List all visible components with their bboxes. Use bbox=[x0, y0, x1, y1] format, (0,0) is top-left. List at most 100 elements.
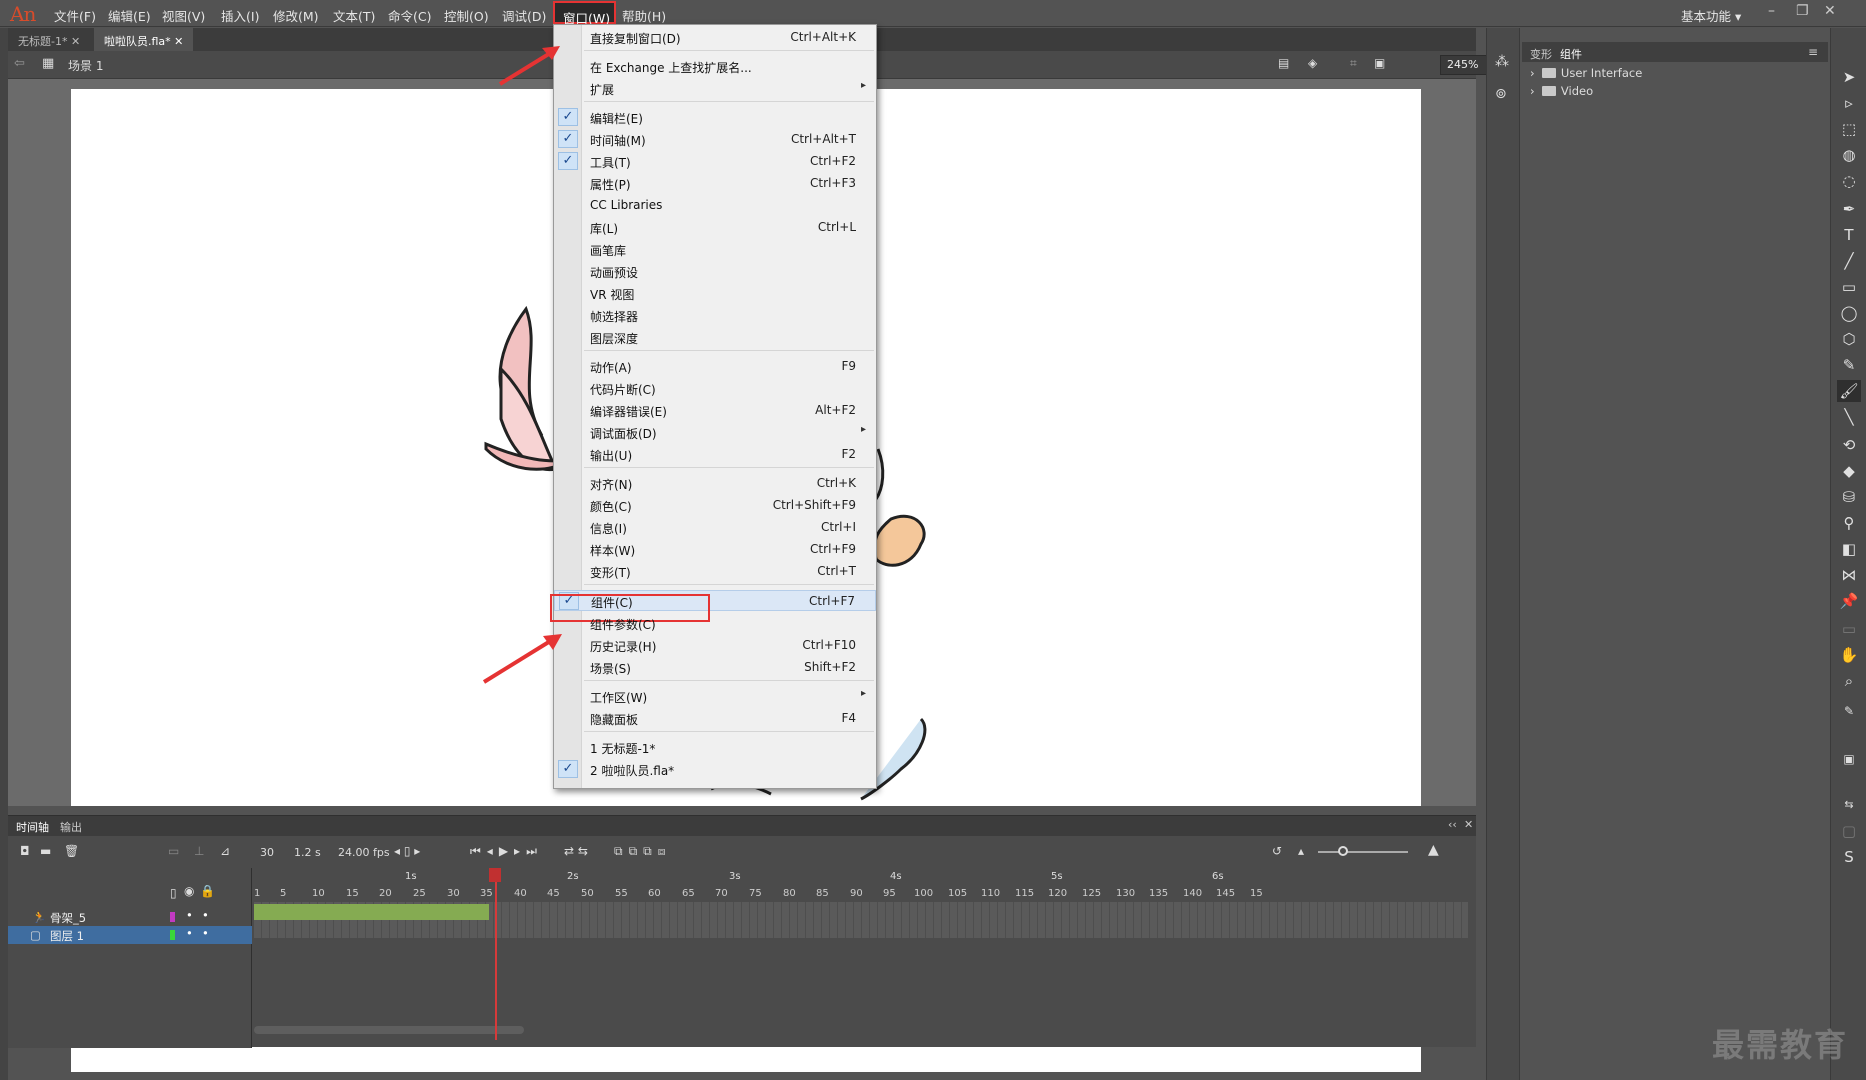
playback-loop-icon[interactable]: ◂ ▯ ▸ bbox=[394, 844, 420, 858]
armature-pose-span[interactable] bbox=[254, 904, 489, 920]
menu-item-extensions[interactable]: 扩展 ▸ bbox=[554, 78, 876, 99]
selection-icon[interactable]: ➤ bbox=[1837, 66, 1861, 88]
menu-item-actions[interactable]: 动作(A) F9 bbox=[554, 356, 876, 377]
swap-colors-icon[interactable]: ⇆ bbox=[1837, 794, 1861, 816]
menu-item-swatches[interactable]: 样本(W) Ctrl+F9 bbox=[554, 539, 876, 560]
menu-file[interactable]: 文件(F) bbox=[54, 6, 96, 25]
eraser-icon[interactable]: ◧ bbox=[1837, 538, 1861, 560]
layer-color-swatch[interactable] bbox=[170, 912, 175, 922]
loop-icon[interactable]: ↺ bbox=[1272, 844, 1282, 858]
menu-item-doc-untitled[interactable]: 1 无标题-1* bbox=[554, 737, 876, 758]
playhead-handle[interactable] bbox=[489, 868, 501, 882]
menu-item-transform[interactable]: 变形(T) Ctrl+T bbox=[554, 561, 876, 582]
menu-item-vr-view[interactable]: VR 视图 bbox=[554, 283, 876, 304]
workspace-switcher[interactable]: 基本功能 ▾ bbox=[1681, 6, 1741, 25]
menu-insert[interactable]: 插入(I) bbox=[221, 6, 259, 25]
menu-item-code-snippets[interactable]: 代码片断(C) bbox=[554, 378, 876, 399]
lasso-icon[interactable]: ◌ bbox=[1837, 170, 1861, 192]
menu-item-layer-depth[interactable]: 图层深度 bbox=[554, 327, 876, 348]
menu-item-exchange[interactable]: 在 Exchange 上查找扩展名... bbox=[554, 56, 876, 77]
close-icon[interactable]: ✕ bbox=[71, 35, 80, 48]
close-icon[interactable]: ✕ bbox=[1464, 818, 1473, 831]
eye-icon[interactable]: ◉ bbox=[184, 884, 194, 898]
menu-view[interactable]: 视图(V) bbox=[162, 6, 205, 25]
menu-item-scene[interactable]: 场景(S) Shift+F2 bbox=[554, 657, 876, 678]
paint-bucket-icon[interactable]: ◆ bbox=[1837, 460, 1861, 482]
motion-presets-icon[interactable]: ⁂ bbox=[1495, 54, 1509, 70]
parent-icon[interactable]: ⊥ bbox=[194, 844, 204, 858]
collapse-icon[interactable]: ‹‹ bbox=[1448, 818, 1457, 831]
timeline-scrollbar[interactable] bbox=[254, 1026, 524, 1034]
pin-icon[interactable]: 📌 bbox=[1837, 590, 1861, 612]
menu-item-brush-library[interactable]: 画笔库 bbox=[554, 239, 876, 260]
frame-rate[interactable]: 24.00 fps bbox=[338, 846, 390, 859]
menu-control[interactable]: 控制(O) bbox=[444, 6, 489, 25]
menu-item-timeline[interactable]: ✓ 时间轴(M) Ctrl+Alt+T bbox=[554, 129, 876, 150]
current-frame[interactable]: 30 bbox=[260, 846, 274, 859]
transport-controls-icon[interactable]: ⏮◂▶▸⏭ bbox=[470, 844, 543, 859]
text-icon[interactable]: T bbox=[1837, 224, 1861, 246]
menu-item-color[interactable]: 颜色(C) Ctrl+Shift+F9 bbox=[554, 495, 876, 516]
tab-cheerleader[interactable]: 啦啦队员.fla* ✕ bbox=[94, 28, 194, 51]
layer-armature[interactable]: 🏃 骨架_5 • • bbox=[8, 908, 252, 926]
menu-item-output[interactable]: 输出(U) F2 bbox=[554, 444, 876, 465]
graph-icon[interactable]: ⊿ bbox=[220, 844, 230, 858]
free-transform-icon[interactable]: ⬚ bbox=[1837, 118, 1861, 140]
menu-item-library[interactable]: 库(L) Ctrl+L bbox=[554, 217, 876, 238]
menu-debug[interactable]: 调试(D) bbox=[502, 6, 546, 25]
menu-item-doc-cheerleader[interactable]: ✓ 2 啦啦队员.fla* bbox=[554, 759, 876, 780]
menu-item-motion-presets[interactable]: 动画预设 bbox=[554, 261, 876, 282]
elapsed-time[interactable]: 1.2 s bbox=[294, 846, 321, 859]
lock-dot[interactable]: • bbox=[202, 926, 209, 940]
visibility-dot[interactable]: • bbox=[186, 926, 193, 940]
menu-help[interactable]: 帮助(H) bbox=[622, 6, 666, 25]
zoom-icon[interactable]: ⌕ bbox=[1837, 670, 1861, 692]
rectangle-icon[interactable]: ▭ bbox=[1837, 276, 1861, 298]
menu-edit[interactable]: 编辑(E) bbox=[108, 6, 151, 25]
menu-commands[interactable]: 命令(C) bbox=[388, 6, 431, 25]
menu-item-component-parameters[interactable]: 组件参数(C) bbox=[554, 613, 876, 634]
line-icon[interactable]: ╱ bbox=[1837, 250, 1861, 272]
camera-tool-icon[interactable]: ▭ bbox=[1837, 618, 1861, 640]
new-layer-icon[interactable]: ◘ bbox=[20, 844, 30, 858]
panel-menu-icon[interactable]: ≡ bbox=[1808, 45, 1818, 59]
restore-icon[interactable]: ❐ bbox=[1796, 3, 1809, 19]
menu-item-compiler-errors[interactable]: 编译器错误(E) Alt+F2 bbox=[554, 400, 876, 421]
trash-icon[interactable]: 🗑 bbox=[64, 844, 79, 858]
brush-icon[interactable]: ╲ bbox=[1837, 406, 1861, 428]
bone-icon[interactable]: ⟲ bbox=[1837, 434, 1861, 456]
onion-skin-icon[interactable]: ⧉⧉⧉⧈ bbox=[614, 844, 671, 859]
zoom-out-icon[interactable]: ▴ bbox=[1298, 844, 1304, 858]
menu-modify[interactable]: 修改(M) bbox=[273, 6, 319, 25]
cc-libraries-icon[interactable]: ⊚ bbox=[1495, 86, 1507, 102]
menu-item-debug-panels[interactable]: 调试面板(D) ▸ bbox=[554, 422, 876, 443]
menu-item-history[interactable]: 历史记录(H) Ctrl+F10 bbox=[554, 635, 876, 656]
menu-item-hide-panels[interactable]: 隐藏面板 F4 bbox=[554, 708, 876, 729]
back-arrow-icon[interactable]: ⇦ bbox=[14, 56, 25, 71]
eyedropper-icon[interactable]: ⚲ bbox=[1837, 512, 1861, 534]
tab-untitled[interactable]: 无标题-1* ✕ bbox=[8, 28, 90, 51]
oval-icon[interactable]: ◯ bbox=[1837, 302, 1861, 324]
menu-item-properties[interactable]: 属性(P) Ctrl+F3 bbox=[554, 173, 876, 194]
center-frame-icon[interactable]: ⇄ ⇆ bbox=[564, 844, 588, 858]
folder-video[interactable]: › Video bbox=[1530, 84, 1593, 98]
menu-window[interactable]: 窗口(W) bbox=[553, 1, 616, 26]
menu-item-tools[interactable]: ✓ 工具(T) Ctrl+F2 bbox=[554, 151, 876, 172]
camera-icon[interactable]: ▭ bbox=[168, 844, 179, 858]
pencil-icon[interactable]: ✎ bbox=[1837, 354, 1861, 376]
folder-user-interface[interactable]: › User Interface bbox=[1530, 66, 1642, 80]
layer-1[interactable]: ▢ 图层 1 • • bbox=[8, 926, 252, 944]
menu-item-frame-picker[interactable]: 帧选择器 bbox=[554, 305, 876, 326]
minimize-icon[interactable]: – bbox=[1768, 3, 1775, 19]
new-folder-icon[interactable]: ▬ bbox=[40, 844, 51, 858]
3d-rotation-icon[interactable]: ◍ bbox=[1837, 144, 1861, 166]
edit-scene-icon[interactable]: ▤ bbox=[1278, 56, 1289, 70]
tab-transform[interactable]: 变形 bbox=[1530, 46, 1552, 62]
edit-symbol-icon[interactable]: ◈ bbox=[1308, 56, 1317, 70]
outline-icon[interactable]: ▯ bbox=[170, 886, 177, 900]
polystar-icon[interactable]: ⬡ bbox=[1837, 328, 1861, 350]
menu-item-cc-libraries[interactable]: CC Libraries bbox=[554, 195, 876, 216]
tab-timeline[interactable]: 时间轴 bbox=[16, 819, 49, 835]
width-icon[interactable]: ⋈ bbox=[1837, 564, 1861, 586]
layer-color-swatch[interactable] bbox=[170, 930, 175, 940]
